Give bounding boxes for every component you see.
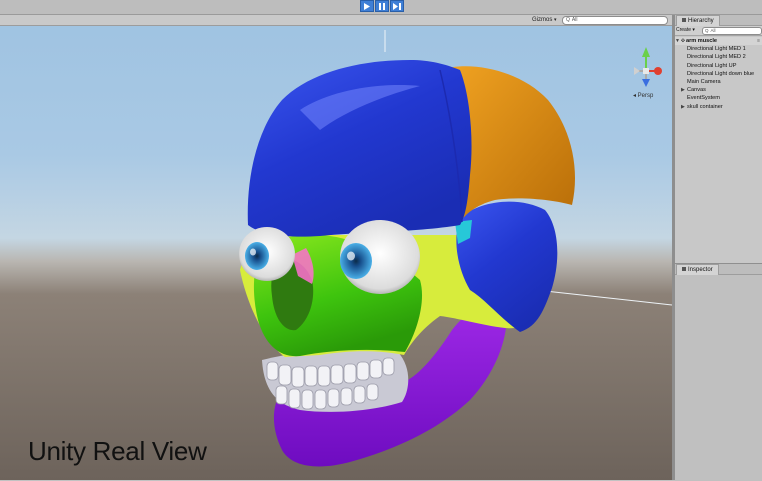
axis-gizmo-icon[interactable]: [620, 35, 670, 95]
hierarchy-panel: Hierarchy Create ▾ Q All ▼⟐arm muscle ≡ D…: [675, 15, 762, 263]
tree-item[interactable]: ▶ Canvas: [675, 86, 762, 94]
inspector-icon: [682, 267, 686, 272]
tab-hierarchy[interactable]: Hierarchy: [676, 15, 720, 26]
skull-model[interactable]: [0, 15, 672, 480]
play-controls: [360, 0, 404, 12]
hierarchy-search-input[interactable]: Q All: [702, 27, 762, 35]
hierarchy-toolbar: Create ▾ Q All: [675, 26, 762, 36]
tree-item[interactable]: EventSystem: [675, 94, 762, 102]
tree-item[interactable]: Directional Light down blue: [675, 70, 762, 78]
inspector-panel: Inspector: [675, 263, 762, 481]
tree-item-label: Directional Light MED 2: [687, 54, 746, 61]
step-icon: [393, 2, 401, 10]
tree-item-label: Directional Light down blue: [687, 70, 755, 77]
tab-inspector-label: Inspector: [688, 267, 713, 273]
main-toolbar: [0, 0, 762, 15]
search-icon: Q: [705, 28, 709, 33]
pause-icon: [379, 2, 385, 10]
tree-item[interactable]: ▶ skull container: [675, 103, 762, 111]
tree-item-label: skull container: [687, 103, 723, 110]
scene-view[interactable]: Gizmos ▾ Q All ◂ Persp Unity Real View: [0, 15, 672, 480]
tree-item[interactable]: Directional Light UP: [675, 62, 762, 70]
hierarchy-tabbar: Hierarchy: [675, 15, 762, 26]
tree-item-label: Directional Light UP: [687, 62, 737, 69]
persp-label[interactable]: ◂ Persp: [633, 92, 653, 99]
tree-item-label: Canvas: [687, 87, 706, 94]
play-button[interactable]: [360, 0, 374, 12]
tree-item-root[interactable]: ▼⟐arm muscle ≡: [675, 37, 762, 46]
tree-item-label: Directional Light MED 1: [687, 46, 746, 53]
tab-hierarchy-label: Hierarchy: [688, 18, 714, 24]
tree-item-label: EventSystem: [687, 95, 720, 102]
tree-item-root-label: arm muscle: [685, 38, 718, 44]
inspector-tabbar: Inspector: [675, 264, 762, 275]
pause-button[interactable]: [375, 0, 389, 12]
tree-item[interactable]: Directional Light MED 1: [675, 45, 762, 53]
step-button[interactable]: [390, 0, 404, 12]
lock-icon[interactable]: ≡: [757, 37, 760, 45]
play-icon: [364, 2, 370, 10]
caption-text: Unity Real View: [28, 436, 207, 466]
hierarchy-icon: [682, 18, 686, 23]
create-button[interactable]: Create ▾: [676, 27, 695, 34]
tab-inspector[interactable]: Inspector: [676, 264, 719, 275]
tree-item[interactable]: Main Camera: [675, 78, 762, 86]
tree-item[interactable]: Directional Light MED 2: [675, 53, 762, 61]
hierarchy-search-placeholder: All: [710, 28, 716, 33]
tree-item-label: Main Camera: [687, 78, 721, 85]
hierarchy-tree: ▼⟐arm muscle ≡ Directional Light MED 1 Di…: [675, 36, 762, 111]
unity-scene-icon: ⟐: [681, 38, 685, 44]
